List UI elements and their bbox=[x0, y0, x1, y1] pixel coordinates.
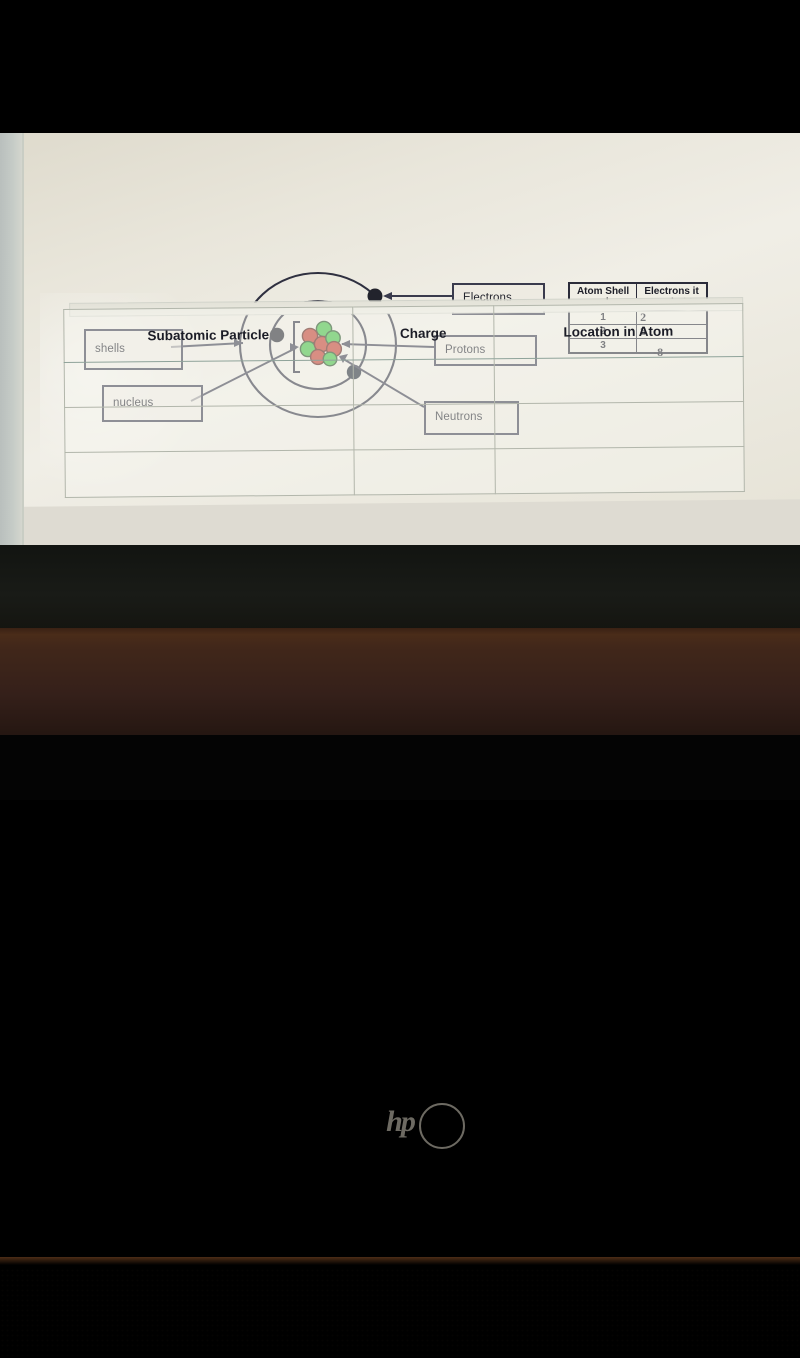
laptop-bezel: hp bbox=[0, 545, 800, 1149]
cell-particle[interactable] bbox=[64, 359, 354, 408]
table-row bbox=[64, 401, 744, 453]
cell-charge[interactable] bbox=[352, 358, 495, 405]
cell-charge[interactable] bbox=[353, 448, 496, 495]
desk-highlight bbox=[0, 1257, 800, 1265]
letterbox-top bbox=[0, 0, 800, 133]
cell-location[interactable] bbox=[493, 356, 744, 404]
desk-surface bbox=[0, 628, 800, 1358]
cell-particle[interactable] bbox=[64, 449, 355, 498]
column-header-charge: Charge bbox=[352, 305, 494, 360]
column-header-subatomic-particle: Subatomic Particle bbox=[63, 306, 353, 363]
table-row bbox=[64, 446, 745, 498]
laptop-screen: shells nucleus Electrons Protons Neutron… bbox=[0, 133, 800, 553]
column-header-location-in-atom: Location in Atom bbox=[493, 303, 744, 359]
cell-location[interactable] bbox=[494, 401, 744, 449]
cell-particle[interactable] bbox=[64, 404, 354, 453]
photo-of-laptop-screen: shells nucleus Electrons Protons Neutron… bbox=[0, 0, 800, 1358]
table-row bbox=[64, 356, 744, 408]
subatomic-particle-table: Subatomic Particle Charge Location in At… bbox=[63, 297, 745, 498]
cell-charge[interactable] bbox=[353, 403, 495, 450]
cell-location[interactable] bbox=[494, 446, 745, 494]
hp-logo: hp bbox=[386, 1105, 416, 1138]
letterbox-bottom bbox=[0, 735, 800, 800]
desk-texture bbox=[0, 1268, 800, 1358]
table-header-row: Subatomic Particle Charge Location in At… bbox=[63, 303, 744, 363]
